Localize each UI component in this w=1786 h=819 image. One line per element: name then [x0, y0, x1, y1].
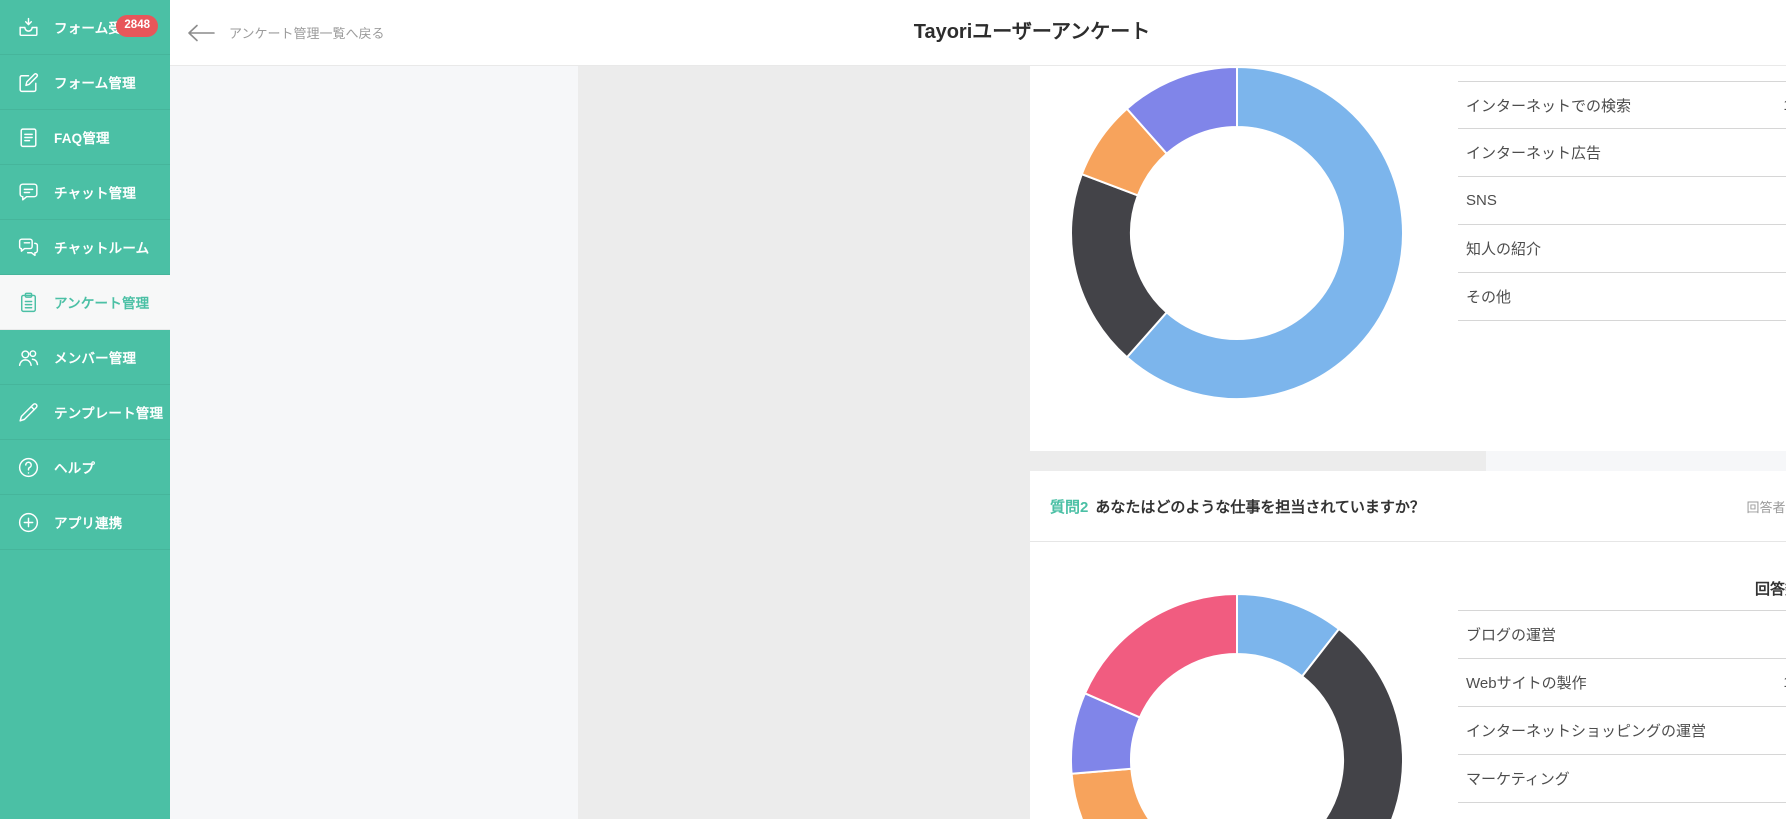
- donut-slice[interactable]: [1085, 594, 1237, 717]
- question-number: 質問2: [1050, 496, 1088, 517]
- sidebar-item-9[interactable]: ヘルプ: [0, 440, 170, 495]
- sidebar-item-2[interactable]: フォーム管理: [0, 55, 170, 110]
- sidebar-item-4[interactable]: チャット管理: [0, 165, 170, 220]
- survey-preview-panel: インターネットでの検索16インターネット広告5SNS0知人の紹介2その他3 質問…: [578, 66, 1486, 819]
- sidebar-item-label: アンケート管理: [54, 292, 149, 312]
- answer-label: SNS: [1458, 192, 1497, 209]
- unread-count-badge: 2848: [116, 15, 158, 37]
- sidebar-item-label: ヘルプ: [54, 457, 95, 477]
- back-arrow-icon: [186, 24, 216, 42]
- answer-label: その他: [1458, 286, 1511, 307]
- form-edit-icon: [16, 70, 41, 95]
- chat-icon: [16, 180, 41, 205]
- question-card-1: インターネットでの検索16インターネット広告5SNS0知人の紹介2その他3: [1030, 66, 1786, 451]
- donut-chart-q2[interactable]: [1070, 593, 1404, 819]
- answer-label: インターネットでの検索: [1458, 95, 1631, 116]
- sidebar-item-1[interactable]: フォーム受信箱2848: [0, 0, 170, 55]
- question-text: あなたはどのような仕事を担当されていますか？: [1095, 496, 1425, 517]
- answer-row: インターネットショッピングの運営3: [1458, 707, 1786, 755]
- answer-row: ブログの運営4: [1458, 611, 1786, 659]
- answer-label: インターネット広告: [1458, 142, 1601, 163]
- sidebar-item-7[interactable]: メンバー管理: [0, 330, 170, 385]
- chat-rooms-icon: [16, 235, 41, 260]
- answer-label: マーケティング: [1458, 768, 1570, 789]
- sidebar-item-label: FAQ管理: [54, 127, 110, 147]
- question-card-2: 質問2 あなたはどのような仕事を担当されていますか？ 回答者数：25 回答数ブロ…: [1030, 471, 1786, 819]
- sidebar-item-5[interactable]: チャットルーム: [0, 220, 170, 275]
- respondents-count: 回答者数：25: [1747, 497, 1786, 516]
- sidebar-item-label: アプリ連携: [54, 512, 123, 532]
- donut-slice[interactable]: [1072, 769, 1203, 819]
- answer-row-partial: [1458, 803, 1786, 819]
- back-link-label: アンケート管理一覧へ戻る: [229, 23, 384, 42]
- page-title: Tayoriユーザーアンケート: [914, 0, 1151, 65]
- answers-table-q1: インターネットでの検索16インターネット広告5SNS0知人の紹介2その他3: [1458, 81, 1786, 321]
- question-header: 質問2 あなたはどのような仕事を担当されていますか？ 回答者数：25: [1030, 471, 1786, 542]
- answers-col-header: 回答数: [1755, 578, 1786, 599]
- answer-row: 知人の紹介2: [1458, 225, 1786, 273]
- sidebar-item-10[interactable]: アプリ連携: [0, 495, 170, 550]
- answer-label: Webサイトの製作: [1458, 672, 1587, 693]
- sidebar-item-3[interactable]: FAQ管理: [0, 110, 170, 165]
- answer-row: インターネット広告5: [1458, 129, 1786, 177]
- sidebar: フォーム受信箱2848 フォーム管理 FAQ管理チャット管理チャットルームアンケート…: [0, 0, 170, 819]
- donut-slice[interactable]: [1071, 174, 1167, 357]
- answer-label: ブログの運営: [1458, 624, 1556, 645]
- main-content: インターネットでの検索16インターネット広告5SNS0知人の紹介2その他3 質問…: [170, 66, 1786, 819]
- sidebar-item-label: メンバー管理: [54, 347, 136, 367]
- answer-row: マーケティング7: [1458, 755, 1786, 803]
- answers-table-header-row: 回答数: [1458, 567, 1786, 611]
- template-pencil-icon: [16, 400, 41, 425]
- answer-row: インターネットでの検索16: [1458, 81, 1786, 129]
- sidebar-item-label: チャット管理: [54, 182, 136, 202]
- answer-label: 知人の紹介: [1458, 238, 1541, 259]
- top-header-bar: アンケート管理一覧へ戻る Tayoriユーザーアンケート: [170, 0, 1786, 66]
- answer-row: Webサイトの製作14: [1458, 659, 1786, 707]
- sidebar-item-label: フォーム管理: [54, 72, 136, 92]
- back-link[interactable]: アンケート管理一覧へ戻る: [186, 0, 384, 65]
- clipboard-icon: [16, 290, 41, 315]
- sidebar-item-label: チャットルーム: [54, 237, 149, 257]
- members-icon: [16, 345, 41, 370]
- sidebar-item-6[interactable]: アンケート管理: [0, 275, 170, 330]
- inbox-icon: [16, 15, 41, 40]
- answer-row: SNS0: [1458, 177, 1786, 225]
- sidebar-item-8[interactable]: テンプレート管理: [0, 385, 170, 440]
- donut-chart-q1[interactable]: [1070, 66, 1404, 400]
- help-icon: [16, 455, 41, 480]
- sidebar-item-label: テンプレート管理: [54, 402, 163, 422]
- answer-label: インターネットショッピングの運営: [1458, 720, 1706, 741]
- plus-circle-icon: [16, 510, 41, 535]
- answers-table-q2: 回答数ブログの運営4Webサイトの製作14インターネットショッピングの運営3マー…: [1458, 567, 1786, 819]
- tayori-app-window: フォーム受信箱2848フォーム管理FAQ管理チャット管理チャットルームアンケート…: [0, 0, 1786, 819]
- answer-row: その他3: [1458, 273, 1786, 321]
- faq-doc-icon: [16, 125, 41, 150]
